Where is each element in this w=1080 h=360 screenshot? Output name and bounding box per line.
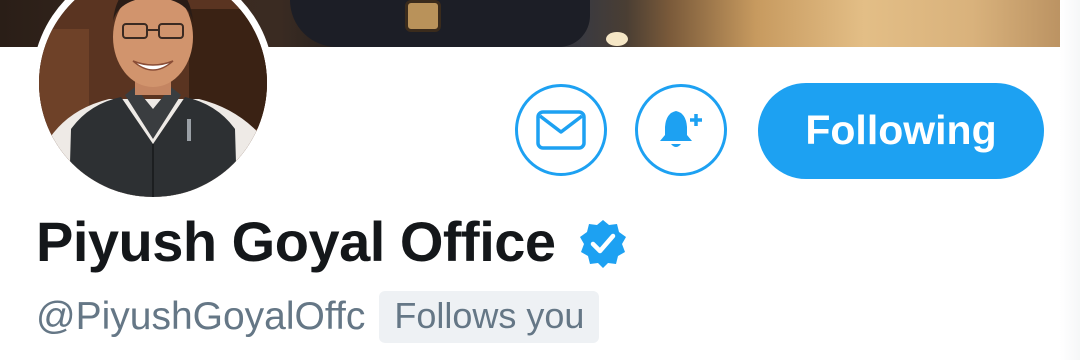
envelope-icon — [536, 110, 586, 150]
display-name: Piyush Goyal Office — [36, 209, 556, 273]
follows-you-badge: Follows you — [379, 291, 600, 343]
profile-handle-row: @PiyushGoyalOffc Follows you — [36, 290, 600, 344]
banner-watch-shape — [405, 0, 441, 32]
page-edge — [1060, 0, 1080, 360]
following-button[interactable]: Following — [758, 83, 1044, 179]
banner-lamp-shape — [606, 32, 628, 46]
bell-plus-icon — [660, 111, 702, 147]
following-button-label: Following — [805, 106, 997, 153]
verified-badge-icon — [579, 220, 626, 268]
user-handle: @PiyushGoyalOffc — [36, 295, 366, 338]
message-button[interactable] — [515, 84, 607, 176]
profile-name-row: Piyush Goyal Office — [36, 206, 628, 276]
notification-button[interactable] — [635, 84, 727, 176]
